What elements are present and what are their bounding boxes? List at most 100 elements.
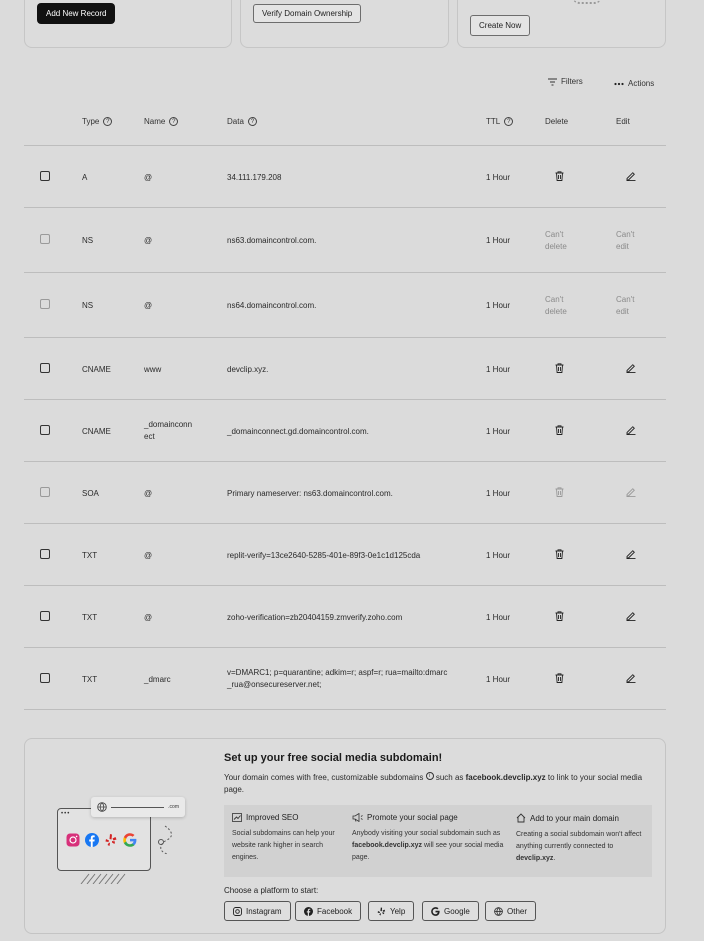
promo-desc-pre: Your domain comes with free, customizabl…	[224, 773, 424, 782]
actions-label: Actions	[628, 79, 655, 88]
platform-label: Other	[507, 906, 528, 916]
record-ttl: 1 Hour	[486, 551, 511, 560]
trash-icon[interactable]	[555, 611, 564, 621]
feature-seo-line: engines.	[232, 854, 259, 861]
record-type: TXT	[82, 551, 98, 560]
platform-other-button[interactable]: Other	[485, 901, 537, 921]
record-type: SOA	[82, 489, 99, 498]
trash-icon[interactable]	[555, 425, 564, 435]
promo-description: Your domain comes with free, customizabl…	[224, 772, 654, 796]
info-icon[interactable]: i	[425, 772, 434, 780]
feature-add-main-title: Add to your main domain	[530, 813, 619, 823]
pencil-icon[interactable]	[626, 363, 636, 373]
google-icon	[123, 833, 137, 847]
record-name: @	[144, 489, 153, 498]
feature-seo-title: Improved SEO	[246, 813, 299, 822]
url-bar: .com	[91, 797, 185, 817]
cant-edit-line1: Can't	[616, 230, 635, 239]
table-row: TXT @ replit-verify=13ce2640-5285-401e-8…	[24, 523, 666, 585]
pencil-icon[interactable]	[626, 549, 636, 559]
create-now-button[interactable]: Create Now	[470, 15, 531, 36]
platform-label: Instagram	[246, 906, 282, 916]
cant-edit-line2: edit	[616, 307, 629, 316]
trash-icon[interactable]	[555, 673, 564, 683]
row-checkbox[interactable]	[40, 171, 50, 181]
yelp-icon	[105, 834, 117, 846]
help-icon[interactable]: ?	[247, 117, 257, 126]
record-ttl: 1 Hour	[486, 613, 511, 622]
header-delete: Delete	[545, 117, 568, 126]
trash-icon[interactable]	[555, 363, 564, 373]
record-ttl: 1 Hour	[486, 173, 511, 182]
table-row: NS @ ns63.domaincontrol.com. 1 Hour Can'…	[24, 207, 666, 272]
table-row: TXT _dmarc v=DMARC1; p=quarantine; adkim…	[24, 647, 666, 709]
help-icon[interactable]: ?	[504, 117, 514, 126]
record-data: ns63.domaincontrol.com.	[227, 236, 317, 245]
record-ttl: 1 Hour	[486, 675, 511, 684]
row-checkbox[interactable]	[40, 611, 50, 621]
table-row: CNAME www devclip.xyz. 1 Hour	[24, 337, 666, 399]
cant-delete-text: Can't delete	[545, 229, 567, 253]
globe-icon	[97, 802, 107, 812]
platform-instagram-button[interactable]: Instagram	[224, 901, 291, 921]
dotted-curve-decoration	[158, 825, 172, 855]
platform-facebook-button[interactable]: Facebook	[295, 901, 362, 921]
trash-icon	[555, 487, 564, 497]
record-name: _dmarc	[144, 675, 171, 684]
row-checkbox[interactable]	[40, 549, 50, 559]
google-icon	[431, 906, 440, 916]
platform-google-button[interactable]: Google	[422, 901, 479, 921]
header-data-label: Data	[227, 117, 244, 126]
platform-label: Facebook	[317, 906, 353, 916]
verify-domain-button[interactable]: Verify Domain Ownership	[253, 4, 362, 23]
row-checkbox[interactable]	[40, 673, 50, 683]
pencil-icon[interactable]	[626, 673, 636, 683]
promo-title: Set up your free social media subdomain!	[224, 752, 443, 764]
record-type: TXT	[82, 675, 98, 684]
record-ttl: 1 Hour	[486, 427, 511, 436]
header-name-label: Name	[144, 117, 166, 126]
cant-edit-line2: edit	[616, 242, 629, 251]
platform-label: Yelp	[390, 906, 406, 916]
help-icon[interactable]: ?	[103, 117, 113, 126]
trash-icon[interactable]	[555, 549, 564, 559]
pencil-icon	[626, 488, 636, 497]
record-ttl: 1 Hour	[486, 489, 511, 498]
cant-delete-line1: Can't	[545, 230, 564, 239]
pencil-icon[interactable]	[626, 611, 636, 621]
feature-promote-line: page.	[352, 854, 370, 861]
record-name: @	[144, 236, 153, 245]
promo-desc-post: to link to your social media	[545, 773, 643, 782]
pencil-icon[interactable]	[626, 171, 636, 181]
url-tld: .com	[168, 804, 179, 810]
promo-desc-line2: page.	[224, 785, 245, 794]
record-name: @	[144, 301, 153, 310]
help-icon[interactable]: ?	[169, 117, 179, 126]
platform-yelp-button[interactable]: Yelp	[368, 901, 415, 921]
add-new-record-button[interactable]: Add New Record	[37, 3, 116, 24]
feature-seo-line: Social subdomains can help your	[232, 830, 335, 837]
record-type: NS	[82, 236, 94, 245]
filters-button[interactable]: Filters	[548, 77, 583, 86]
row-checkbox[interactable]	[40, 363, 50, 373]
feature-promote-line: will see your social media	[423, 842, 504, 849]
record-type: TXT	[82, 613, 98, 622]
filters-label: Filters	[561, 77, 583, 86]
record-name: @	[144, 551, 153, 560]
feature-add-main: Add to your main domain Creating a socia…	[516, 813, 641, 865]
row-checkbox[interactable]	[40, 425, 50, 435]
record-type: NS	[82, 301, 94, 310]
table-row: TXT @ zoho-verification=zb20404159.zmver…	[24, 585, 666, 647]
record-ttl: 1 Hour	[486, 301, 511, 310]
row-checkbox	[40, 299, 50, 309]
cant-delete-line2: delete	[545, 242, 567, 251]
feature-add-main-line: anything currently connected to	[516, 843, 614, 850]
feature-promote-domain: facebook.devclip.xyz	[352, 842, 423, 849]
trash-icon[interactable]	[555, 171, 564, 181]
actions-button[interactable]: Actions	[614, 79, 654, 88]
header-ttl-label: TTL	[486, 117, 501, 126]
choose-platform-label: Choose a platform to start:	[224, 886, 319, 895]
record-data-cont: _rua@onsecureserver.net;	[227, 680, 322, 689]
feature-seo-line: website rank higher in search	[232, 842, 324, 849]
pencil-icon[interactable]	[626, 425, 636, 435]
